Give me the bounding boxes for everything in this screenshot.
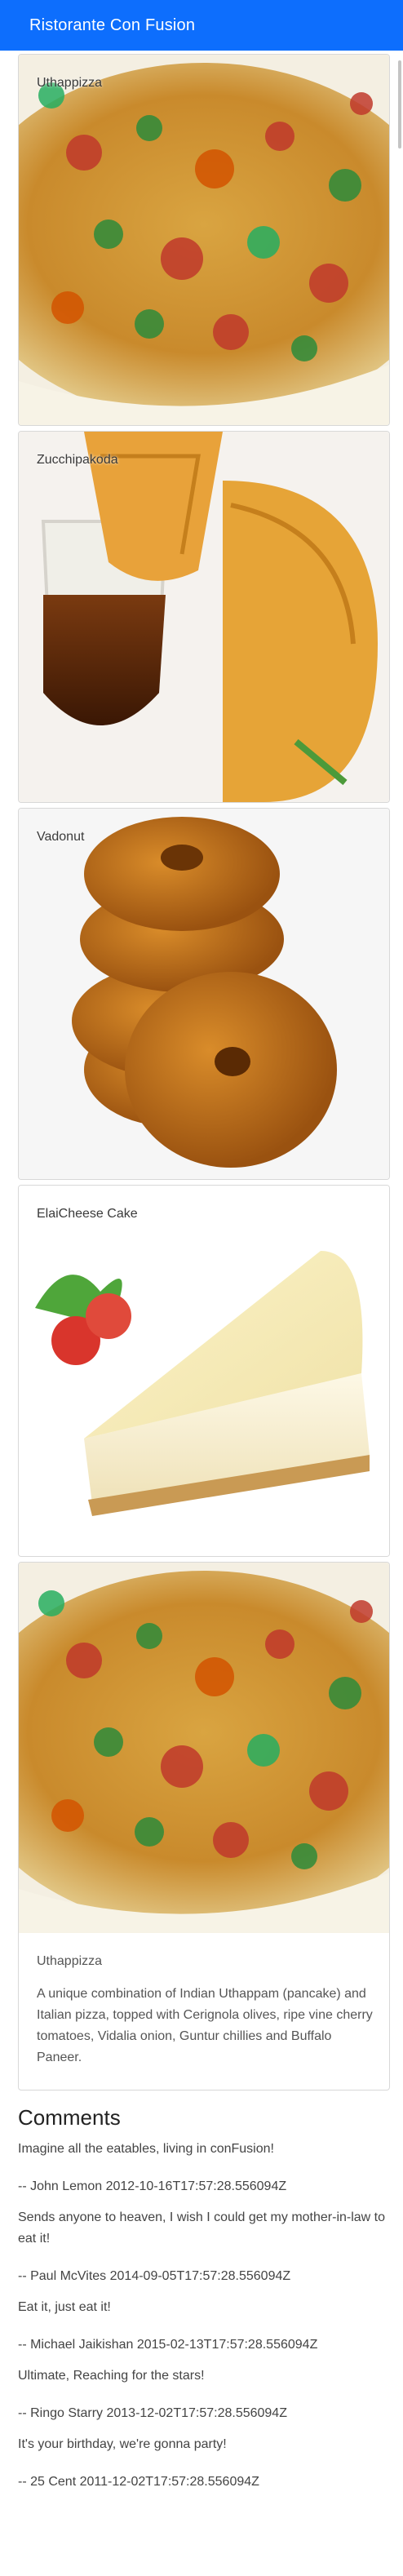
donut-illustration	[19, 809, 389, 1179]
dish-image-donut	[19, 809, 389, 1179]
comment-author-date: -- Ringo Starry 2013-12-02T17:57:28.5560…	[18, 2406, 287, 2420]
dish-detail-body: Uthappizza A unique combination of India…	[37, 1954, 373, 2068]
comment-author-date: -- Paul McVites 2014-09-05T17:57:28.5560…	[18, 2269, 291, 2283]
comment-author-date: -- Michael Jaikishan 2015-02-13T17:57:28…	[18, 2338, 318, 2352]
menu-card-elaicheese-cake[interactable]: ElaiCheese Cake	[18, 1185, 390, 1557]
comment-text: Ultimate, Reaching for the stars!	[18, 2369, 205, 2383]
scrollbar-thumb[interactable]	[398, 60, 401, 149]
pizza-illustration	[19, 1563, 389, 1933]
comment-item: Ultimate, Reaching for the stars! -- Rin…	[18, 2365, 390, 2421]
menu-card-uthappizza[interactable]: Uthappizza	[18, 54, 390, 426]
comment-text: Imagine all the eatables, living in conF…	[18, 2142, 274, 2156]
dish-detail-image	[19, 1563, 389, 1933]
cheesecake-illustration	[19, 1186, 389, 1556]
navbar: Ristorante Con Fusion	[0, 0, 403, 51]
dish-name: Uthappizza	[37, 76, 103, 90]
scrollbar[interactable]	[396, 51, 403, 157]
dish-name: Zucchipakoda	[37, 453, 118, 467]
comment-text: It's your birthday, we're gonna party!	[18, 2437, 227, 2451]
dish-detail-description: A unique combination of Indian Uthappam …	[37, 1987, 373, 2064]
comments-heading: Comments	[18, 2105, 121, 2130]
comment-author-date: -- 25 Cent 2011-12-02T17:57:28.556094Z	[18, 2475, 259, 2489]
menu-card-zucchipakoda[interactable]: Zucchipakoda	[18, 431, 390, 803]
navbar-brand[interactable]: Ristorante Con Fusion	[29, 16, 195, 35]
pakoda-illustration	[19, 432, 389, 802]
pizza-illustration	[19, 55, 389, 425]
dish-image-pizza	[19, 55, 389, 425]
dish-detail-title: Uthappizza	[37, 1954, 103, 1968]
comments-section: Comments Imagine all the eatables, livin…	[18, 2105, 390, 2503]
comment-item: Sends anyone to heaven, I wish I could g…	[18, 2207, 390, 2284]
comment-text: Eat it, just eat it!	[18, 2300, 111, 2314]
menu-card-vadonut[interactable]: Vadonut	[18, 808, 390, 1180]
dish-detail-card: Uthappizza A unique combination of India…	[18, 1562, 390, 2091]
dish-image-cheesecake	[19, 1186, 389, 1556]
dish-image-pakoda	[19, 432, 389, 802]
comment-item: It's your birthday, we're gonna party! -…	[18, 2434, 390, 2490]
comment-item: Eat it, just eat it! -- Michael Jaikisha…	[18, 2297, 390, 2352]
dish-name: Vadonut	[37, 830, 85, 844]
comment-item: Imagine all the eatables, living in conF…	[18, 2139, 390, 2194]
comment-text: Sends anyone to heaven, I wish I could g…	[18, 2210, 386, 2246]
dish-name: ElaiCheese Cake	[37, 1207, 138, 1221]
comment-author-date: -- John Lemon 2012-10-16T17:57:28.556094…	[18, 2179, 287, 2193]
comment-list: Imagine all the eatables, living in conF…	[18, 2139, 390, 2490]
